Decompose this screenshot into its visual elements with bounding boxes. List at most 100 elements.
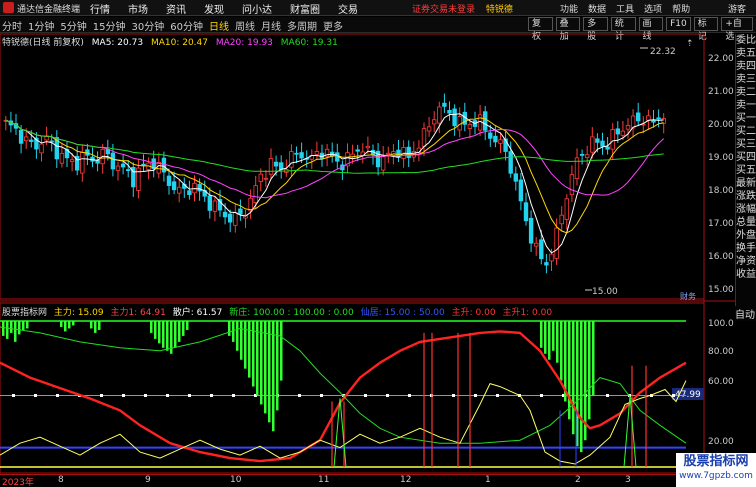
candle-body xyxy=(508,151,513,174)
quote-label: 买二 xyxy=(736,126,756,137)
candle-body xyxy=(498,139,503,144)
candle-body xyxy=(126,169,131,172)
candle-body xyxy=(610,129,615,150)
histogram-bar xyxy=(22,321,25,330)
level-dot xyxy=(144,394,147,397)
ma20-label: MA20: 19.93 xyxy=(215,38,273,48)
histogram-bar xyxy=(10,321,13,333)
candle-body xyxy=(355,149,360,152)
candle-body xyxy=(615,128,620,135)
candle-body xyxy=(227,213,233,223)
date-month-label: 12 xyxy=(400,475,412,485)
histogram-bar xyxy=(182,321,185,336)
candle-body xyxy=(421,128,427,147)
collapse-icon[interactable]: ⇡ xyxy=(686,39,694,49)
histogram-bar xyxy=(90,321,93,329)
histogram-bar xyxy=(98,321,101,330)
quote-label: 净资 xyxy=(736,256,756,267)
ma60-line xyxy=(5,119,664,174)
high-price-label: 22.32 xyxy=(650,47,676,57)
level-dot xyxy=(606,394,609,397)
candle-body xyxy=(222,211,228,218)
candle-body xyxy=(18,129,24,144)
candle-body xyxy=(141,163,146,166)
candle-body xyxy=(238,208,243,215)
histogram-bar xyxy=(544,321,547,354)
level-dot xyxy=(474,394,477,397)
candle-body xyxy=(646,115,651,121)
histogram-bar xyxy=(228,321,231,336)
level-dot xyxy=(540,394,543,397)
date-year-label: 2023年 xyxy=(2,478,34,487)
quote-label: 卖五 xyxy=(736,48,756,59)
candle-body xyxy=(656,117,661,120)
histogram-bar xyxy=(568,321,571,420)
candle-body xyxy=(493,135,498,143)
date-month-label: 1 xyxy=(485,475,491,485)
zhusheng-value: 主升: 0.00 xyxy=(451,308,496,318)
quote-label: 总量 xyxy=(736,217,756,228)
candle-body xyxy=(314,151,320,155)
auto-button[interactable]: 自动 xyxy=(735,306,756,321)
price-tick-label: 18.00 xyxy=(708,186,734,196)
candle-body xyxy=(80,151,85,174)
candle-body xyxy=(513,173,518,182)
quote-label: 卖三 xyxy=(736,74,756,85)
level-dot xyxy=(496,394,499,397)
candle-body xyxy=(156,162,161,174)
histogram-bar xyxy=(556,321,559,363)
histogram-bar xyxy=(26,321,29,329)
level-dot xyxy=(672,394,675,397)
zhuli-value: 主力: 15.09 xyxy=(53,308,104,318)
date-axis: 2023年 8 9 10 11 12 1 2 3 xyxy=(0,474,680,487)
histogram-bar xyxy=(2,321,5,336)
candle-body xyxy=(233,212,238,226)
candle-body xyxy=(636,112,641,122)
candle-body xyxy=(187,190,192,195)
histogram-bar xyxy=(94,321,97,333)
sanhu-value: 散户: 61.57 xyxy=(172,308,223,318)
histogram-bar xyxy=(150,321,153,333)
price-tick-label: 19.00 xyxy=(708,153,734,163)
price-tick-label: 20.00 xyxy=(708,120,734,130)
candle-body xyxy=(29,139,34,142)
candle-body xyxy=(426,126,432,132)
level-dot xyxy=(320,394,323,397)
candle-body xyxy=(605,146,610,150)
quote-label: 卖一 xyxy=(736,100,756,111)
main-panel-frame xyxy=(0,33,705,300)
candle-body xyxy=(39,143,44,154)
indicator-name[interactable]: 股票指标网 xyxy=(2,308,47,318)
level-dot xyxy=(386,394,389,397)
candle-body xyxy=(442,102,447,107)
histogram-bar xyxy=(162,321,165,348)
watermark-url: www.7gpzb.com xyxy=(679,471,753,481)
candle-body xyxy=(268,158,274,175)
histogram-bar xyxy=(260,321,263,405)
candle-body xyxy=(534,242,539,247)
level-dot xyxy=(56,394,59,397)
indicator-tick-label: 20.00 xyxy=(708,437,734,447)
zhusheng1-value: 主升1: 0.00 xyxy=(502,308,553,318)
date-month-label: 9 xyxy=(145,475,151,485)
candle-body xyxy=(171,181,177,191)
candle-body xyxy=(386,152,391,155)
ma10-label: MA10: 20.47 xyxy=(150,38,208,48)
histogram-bar xyxy=(272,321,275,432)
histogram-bar xyxy=(572,321,575,435)
candle-body xyxy=(569,174,575,196)
candle-body xyxy=(523,202,529,222)
date-month-label: 10 xyxy=(230,475,242,485)
candle-body xyxy=(452,108,457,127)
finance-label[interactable]: 财务 xyxy=(680,291,696,301)
histogram-bar xyxy=(280,321,283,381)
chart-canvas[interactable]: 22.00 21.00 20.00 19.00 18.00 17.00 16.0… xyxy=(0,0,756,487)
level-dot xyxy=(34,394,37,397)
histogram-bar xyxy=(18,321,21,335)
xianju-value: 仙居: 15.00 : 50.00 xyxy=(360,308,445,318)
histogram-bar xyxy=(236,321,239,351)
candle-body xyxy=(176,186,182,194)
watermark-title: 股票指标网 xyxy=(683,454,749,469)
candle-body xyxy=(49,140,54,143)
watermark-logo: 股票指标网 www.7gpzb.com xyxy=(676,453,756,487)
